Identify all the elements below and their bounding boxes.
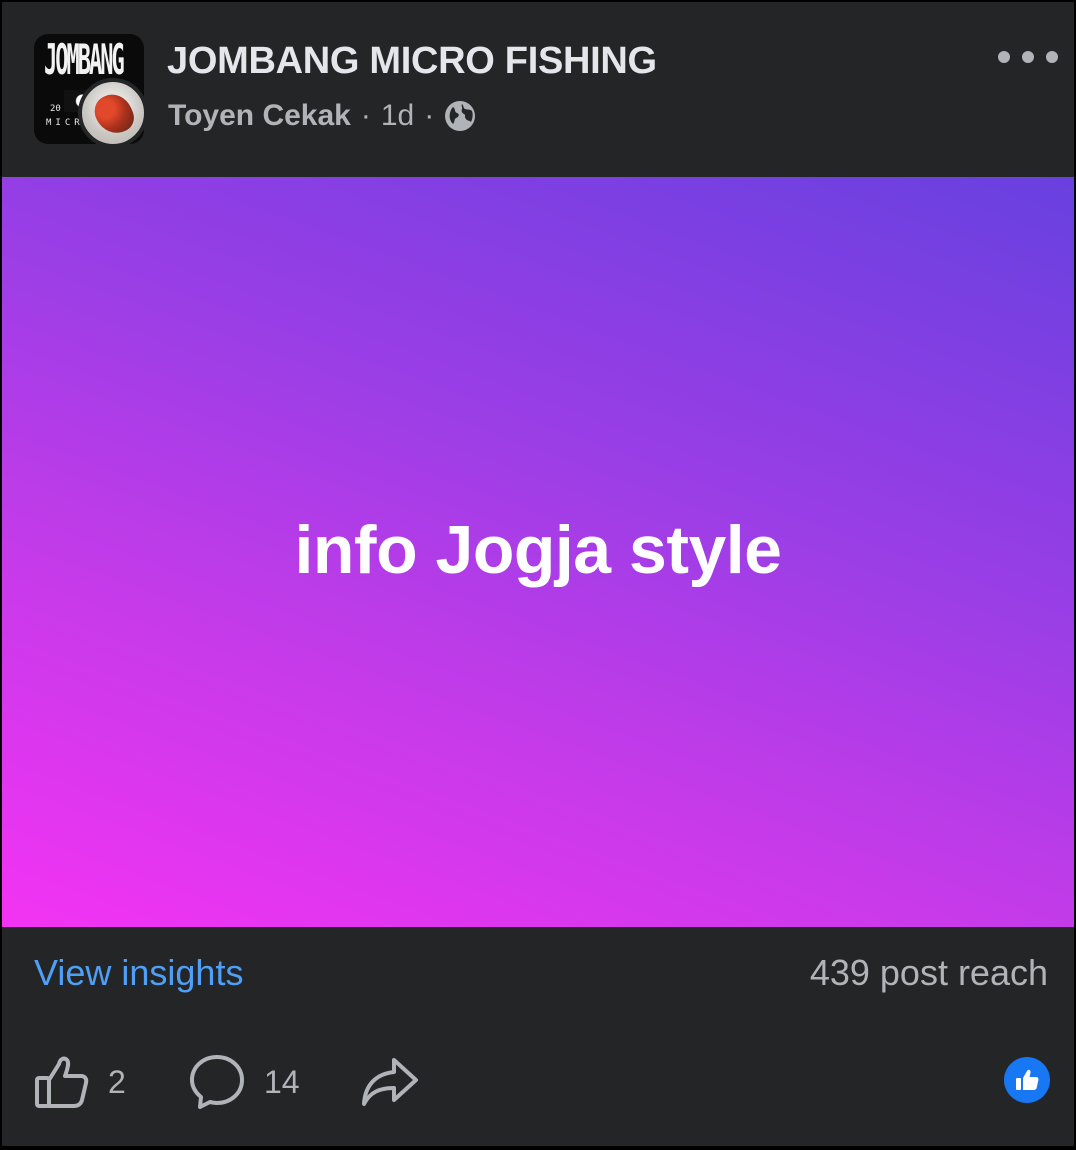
thumbs-up-icon [34, 1054, 90, 1110]
more-dot-icon [998, 51, 1010, 63]
rooster-photo [89, 88, 139, 140]
post-time[interactable]: 1d [381, 99, 414, 133]
post-text: info Jogja style [294, 512, 783, 588]
view-insights-link[interactable]: View insights [34, 952, 243, 994]
more-dot-icon [1022, 51, 1034, 63]
author-name[interactable]: Toyen Cekak [168, 99, 351, 133]
post-header: JOMBANG 20 MICR JOMBANG MICRO FISHING To… [2, 2, 1074, 177]
comment-count: 14 [264, 1063, 300, 1100]
like-count: 2 [108, 1063, 126, 1100]
like-reaction-icon[interactable] [1004, 1057, 1050, 1103]
meta-separator: · [360, 99, 371, 132]
like-button[interactable]: 2 [34, 1052, 126, 1112]
post-background[interactable]: info Jogja style [2, 177, 1074, 927]
share-button[interactable] [360, 1052, 420, 1112]
author-avatar[interactable] [78, 78, 148, 148]
share-arrow-icon [360, 1054, 420, 1110]
more-options-button[interactable] [998, 42, 1058, 72]
more-dot-icon [1046, 51, 1058, 63]
post-meta: Toyen Cekak · 1d · [168, 98, 476, 134]
comment-button[interactable]: 14 [188, 1052, 300, 1112]
meta-separator: · [424, 99, 435, 132]
post-card: JOMBANG 20 MICR JOMBANG MICRO FISHING To… [2, 2, 1074, 1146]
comment-bubble-icon [188, 1053, 246, 1111]
group-name[interactable]: JOMBANG MICRO FISHING [167, 40, 657, 83]
group-logo-year: 20 [50, 104, 61, 114]
globe-icon[interactable] [444, 100, 476, 132]
post-reach: 439 post reach [809, 952, 1048, 993]
